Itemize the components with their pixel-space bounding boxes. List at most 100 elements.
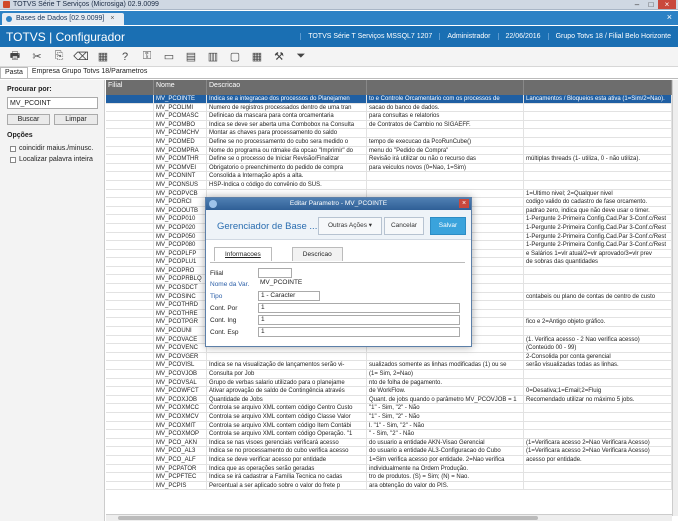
cont-por-input[interactable]: 1 — [258, 303, 460, 313]
help-icon[interactable]: ? — [114, 48, 136, 66]
cont-ing-input[interactable]: 1 — [258, 315, 460, 325]
grid-icon[interactable]: ▦ — [246, 48, 268, 66]
table-row[interactable]: MV_PCOMASC Definicao da mascara para cont… — [106, 112, 672, 121]
tab-bases-de-dados[interactable]: Bases de Dados [02.9.0099] × — [2, 13, 125, 25]
table-row[interactable]: MV_PCPIS Percentual a ser aplicado sobre … — [106, 481, 672, 491]
search-button[interactable]: Buscar — [7, 114, 50, 125]
cont-esp-input[interactable]: 1 — [258, 327, 460, 337]
table-row[interactable]: MV_PCOVGER 2-Consolida por conta gerencia… — [106, 352, 672, 362]
table-row[interactable]: MV_PCO_ALF Indica se deve verificar acess… — [106, 455, 672, 465]
table-cell: "1" - Sim, "2" - Não — [367, 412, 524, 421]
table-cell: 1-Pergunte 2-Primeira Config.Cad.Par 3-C… — [524, 223, 672, 232]
panel-close-icon[interactable]: × — [667, 12, 672, 22]
save-button[interactable]: Salvar — [430, 217, 466, 235]
tab-label: Bases de Dados [02.9.0099] — [16, 15, 105, 22]
table-cell: Define se o processo de Iniciar Revisão/… — [207, 155, 367, 163]
column-header-descricao[interactable]: Descricao — [207, 80, 367, 95]
table-row[interactable]: MV_PCOVSAL Grupo de verbas salario utiliz… — [106, 378, 672, 388]
table-row[interactable]: MV_PCOXJOB Quantidade de Jobs Quant. de jo… — [106, 395, 672, 405]
field-cont-ing: Cont. Ing 1 — [210, 315, 460, 325]
filter-icon[interactable]: ▦ — [92, 48, 114, 66]
funnel-icon[interactable]: ⏷ — [290, 48, 312, 66]
table-cell: MV_PCPIS — [154, 481, 207, 490]
printer-icon[interactable]: 🖶 — [4, 48, 26, 66]
table-row[interactable]: MV_PCO_AKN Indica se nas visoes gerenciai… — [106, 438, 672, 448]
table-row[interactable]: MV_PCPATOR Indica que as operações serão … — [106, 464, 672, 474]
table-cell — [367, 180, 524, 189]
table-cell: MV_PCOINTE — [154, 95, 207, 103]
file-icon[interactable]: ▢ — [224, 48, 246, 66]
table-row[interactable]: MV_PCOVISL Indica se na visualização de l… — [106, 361, 672, 370]
dialog-tabs: Informacoes Descricao — [214, 247, 343, 261]
table-row[interactable]: MV_PCOXMOP Controla se arquivo XML contem… — [106, 430, 672, 439]
horizontal-scrollbar[interactable] — [106, 514, 672, 521]
search-input[interactable]: MV_PCOINT — [7, 97, 98, 109]
table-cell — [106, 309, 154, 318]
other-actions-button[interactable]: Outras Ações ▾ — [318, 217, 382, 235]
table-cell — [106, 189, 154, 198]
eraser-icon[interactable]: ⌫ — [70, 48, 92, 66]
tab-informacoes[interactable]: Informacoes — [214, 247, 272, 261]
copy-icon[interactable]: ⎘ — [48, 48, 70, 66]
column-header-nome[interactable]: Nome — [154, 80, 207, 95]
table-cell: MV_PCO_ALF — [154, 455, 207, 464]
table-row[interactable]: MV_PCOMBO Indica se deve ser aberta uma C… — [106, 120, 672, 130]
table-cell: Numero de registros processados dentro d… — [207, 103, 367, 112]
table-row[interactable]: MV_PCOMED Define se no processamento do c… — [106, 137, 672, 147]
close-tab-icon[interactable]: × — [110, 15, 114, 22]
vertical-scrollbar[interactable] — [672, 80, 678, 516]
tab-descricao[interactable]: Descricao — [291, 247, 343, 261]
table-row[interactable]: MV_PCO_AL3 Indica se no processamento do … — [106, 447, 672, 456]
tab-empresa-parametros[interactable]: Empresa Grupo Totvs 18/Parametros — [28, 67, 151, 78]
dialog-header-title: Gerenciador de Base ... — [217, 221, 318, 232]
column-header-desc2[interactable] — [367, 80, 524, 95]
table-cell: (1=Verificara acesso 2=Nao Verificara Ac… — [524, 447, 672, 455]
table-row[interactable]: MV_PCONINT Consolida a Internação após a … — [106, 172, 672, 181]
table-row[interactable]: MV_PCOXMCC Controla se arquivo XML contem… — [106, 404, 672, 413]
table-row[interactable]: MV_PCONSUS HSP-Indica o código do convêni… — [106, 180, 672, 190]
table-cell: individualmente na Ordem Produção. — [367, 464, 524, 473]
key-icon[interactable]: ⚿ — [136, 48, 158, 66]
tools-icon[interactable]: ⚒ — [268, 48, 290, 66]
match-case-checkbox[interactable]: coincidir maius./minusc. — [10, 145, 93, 152]
column-header-desc3[interactable] — [524, 80, 672, 95]
document-icon[interactable]: ▤ — [180, 48, 202, 66]
table-row[interactable]: MV_PCOXMCV Controla se arquivo XML contem… — [106, 412, 672, 422]
table-row[interactable]: MV_PCOWFCT Ativar aprovação de saldo de C… — [106, 387, 672, 396]
table-row[interactable]: MV_PCOMVEI Obrigatorio o preenchimento do… — [106, 163, 672, 173]
table-row[interactable]: MV_PCPFTEC Indica se irá cadastrar a Famí… — [106, 473, 672, 482]
date-info: 22/06/2016 — [497, 33, 548, 40]
tipo-select[interactable]: 1 - Caracter — [258, 291, 320, 301]
scrollbar-thumb[interactable] — [118, 516, 538, 520]
print-preview-icon[interactable]: ▥ — [202, 48, 224, 66]
whole-word-checkbox[interactable]: Localizar palavra inteira — [10, 156, 93, 163]
clear-button[interactable]: Limpar — [54, 114, 98, 125]
table-cell — [524, 163, 672, 172]
table-cell — [367, 352, 524, 361]
table-cell — [106, 421, 154, 430]
dialog-close-icon[interactable]: × — [459, 199, 469, 208]
table-row[interactable]: MV_PCOLIMI Numero de registros processado… — [106, 103, 672, 113]
table-row[interactable]: MV_PCOMPRA Nome do programa ou rdmake da … — [106, 146, 672, 156]
table-cell — [106, 404, 154, 412]
close-icon[interactable]: × — [658, 0, 676, 9]
table-cell — [524, 464, 672, 473]
table-row[interactable]: MV_PCOMCHV Montar as chaves para processa… — [106, 129, 672, 138]
table-row[interactable]: MV_PCOXMIT Controla se arquivo XML contem… — [106, 421, 672, 431]
table-cell: HSP-Indica o código do convênio do SUS. — [207, 180, 367, 189]
minimize-icon[interactable]: – — [630, 0, 644, 9]
folder-icon[interactable]: ▭ — [158, 48, 180, 66]
table-row[interactable]: MV_PCOMTHR Define se o processo de Inicia… — [106, 155, 672, 164]
table-cell: Quant. de jobs quando o parâmetro MV_PCO… — [367, 395, 524, 404]
tab-pasta[interactable]: Pasta — [0, 67, 28, 78]
table-cell: Define se no processamento do cubo sera … — [207, 137, 367, 146]
filial-input[interactable] — [258, 268, 292, 278]
cancel-button[interactable]: Cancelar — [384, 217, 424, 235]
maximize-icon[interactable]: □ — [644, 0, 658, 9]
scissors-icon[interactable]: ✂ — [26, 48, 48, 66]
table-row[interactable]: MV_PCOINTE Indica se a integracao dos pro… — [106, 95, 672, 104]
table-cell: MV_PCOVSAL — [154, 378, 207, 387]
table-row[interactable]: MV_PCOVJOB Consulta por Job (1= Sim, 2=Nao… — [106, 370, 672, 379]
table-cell: Indica se irá cadastrar a Família Tecnic… — [207, 473, 367, 481]
column-header-filial[interactable]: Filial — [106, 80, 154, 95]
